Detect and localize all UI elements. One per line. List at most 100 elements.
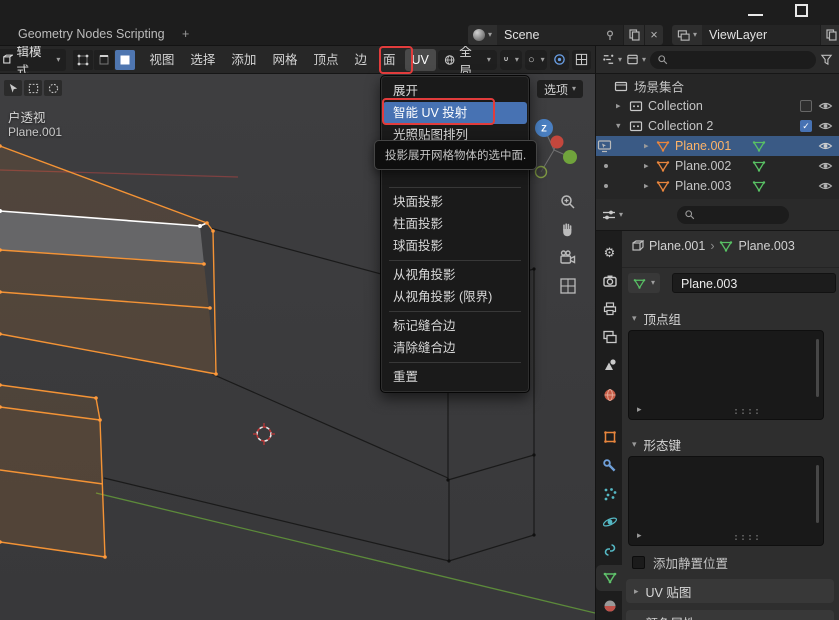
shape-keys-panel-header[interactable]: ▾ 形态键 (632, 435, 681, 454)
expand-arrow-icon[interactable]: ▸ (616, 101, 621, 112)
gizmo-z-label[interactable]: Z (541, 124, 547, 134)
pan-hand-icon[interactable] (558, 220, 578, 240)
snap-magnet-icon[interactable] (500, 53, 512, 66)
vertex-select-button[interactable] (73, 50, 93, 70)
browse-scene-button[interactable]: ▾ (468, 25, 497, 45)
exclude-checkbox-checked[interactable]: ✓ (800, 120, 812, 132)
outliner-row-collection-2[interactable]: ▾ Collection 2 ✓ (596, 116, 839, 136)
filter-icon[interactable] (820, 53, 833, 66)
color-attributes-panel-header[interactable]: ▸ 颜色属性 (626, 610, 834, 620)
edge-select-button[interactable] (94, 50, 114, 70)
gizmo-y-negative-axis[interactable] (536, 167, 547, 178)
tab-constraints[interactable] (596, 537, 623, 563)
menu-mesh[interactable]: 网格 (265, 49, 304, 71)
menu-item-mark-seam[interactable]: 标记缝合边 (381, 315, 529, 337)
breadcrumb-object[interactable]: Plane.001 (649, 239, 705, 253)
eye-icon[interactable] (818, 179, 833, 194)
new-scene-button[interactable] (624, 25, 644, 45)
uv-maps-panel-header[interactable]: ▸ UV 贴图 (626, 579, 834, 603)
vertex-groups-panel-header[interactable]: ▾ 顶点组 (632, 309, 681, 328)
window-maximize-button[interactable] (795, 4, 808, 17)
list-scrollbar[interactable] (816, 465, 819, 523)
list-expand-icon[interactable]: ▸ (637, 530, 642, 541)
outliner-row-scene-collection[interactable]: 场景集合 (596, 76, 839, 96)
workspace-tab-scripting[interactable]: Scripting (106, 22, 175, 46)
breadcrumb-data[interactable]: Plane.003 (738, 239, 794, 253)
pin-icon[interactable] (604, 29, 616, 41)
tab-tool[interactable]: ⚙ (596, 240, 623, 266)
new-viewlayer-button[interactable] (821, 25, 839, 45)
menu-item-reset[interactable]: 重置 (381, 366, 529, 388)
select-circle-button[interactable] (44, 80, 62, 96)
expand-arrow-icon[interactable]: ▸ (644, 161, 649, 172)
gizmo-x-axis[interactable] (551, 136, 564, 149)
scene-name-field[interactable]: Scene (497, 25, 623, 45)
gizmo-y-axis[interactable] (563, 150, 577, 164)
eye-icon[interactable] (818, 119, 833, 134)
chevron-down-icon[interactable]: ▾ (538, 56, 547, 64)
vertex-groups-list[interactable]: ▸ :::: (628, 330, 824, 420)
outliner-row-plane-002[interactable]: ▸ Plane.002 (596, 156, 839, 176)
menu-item-cube-projection[interactable]: 块面投影 (381, 191, 529, 213)
options-dropdown[interactable]: 选项 ▾ (537, 80, 583, 98)
browse-mesh-data-button[interactable]: ▾ (628, 273, 660, 293)
menu-item-unwrap[interactable]: 展开 (381, 80, 529, 102)
tab-object[interactable] (596, 424, 623, 450)
mesh-data-icon[interactable] (752, 179, 766, 193)
menu-item-clear-seam[interactable]: 清除缝合边 (381, 337, 529, 359)
mode-selector[interactable]: 辑模式 ▾ (0, 49, 66, 71)
outliner-row-plane-001[interactable]: ▸ Plane.001 (596, 136, 839, 156)
menu-item-cylinder-projection[interactable]: 柱面投影 (381, 213, 529, 235)
menu-view[interactable]: 视图 (142, 49, 181, 71)
unlink-scene-button[interactable]: × (645, 25, 663, 45)
outliner-search-input[interactable] (650, 51, 816, 69)
browse-viewlayer-button[interactable]: ▾ (672, 25, 702, 45)
properties-search-input[interactable] (677, 206, 789, 224)
tab-particles[interactable] (596, 481, 623, 507)
eye-icon[interactable] (818, 99, 833, 114)
face-select-button[interactable] (115, 50, 135, 70)
outliner-row-collection[interactable]: ▸ Collection (596, 96, 839, 116)
mesh-data-icon[interactable] (752, 159, 766, 173)
tab-output[interactable] (596, 296, 623, 322)
tab-render[interactable] (596, 268, 623, 294)
overlays-toggle-button[interactable] (572, 50, 591, 70)
list-expand-icon[interactable]: ▸ (637, 404, 642, 415)
rest-position-checkbox[interactable] (632, 556, 645, 569)
tab-scene[interactable] (596, 352, 623, 378)
select-tweak-button[interactable] (4, 80, 22, 96)
exclude-checkbox[interactable] (800, 100, 812, 112)
transform-orientation-dropdown[interactable]: 全局 ▾ (438, 50, 497, 70)
tab-world[interactable] (596, 382, 623, 408)
window-minimize-button[interactable] (748, 8, 763, 16)
resize-grip-icon[interactable]: :::: (733, 406, 761, 417)
chevron-down-icon[interactable]: ▾ (512, 56, 522, 64)
menu-item-project-from-view[interactable]: 从视角投影 (381, 264, 529, 286)
menu-add[interactable]: 添加 (224, 49, 263, 71)
properties-editor-type-button[interactable]: ▾ (602, 208, 623, 222)
list-scrollbar[interactable] (816, 339, 819, 397)
menu-item-project-from-view-bounds[interactable]: 从视角投影 (限界) (381, 286, 529, 308)
zoom-icon[interactable] (558, 192, 578, 212)
select-box-button[interactable] (24, 80, 42, 96)
tab-material[interactable] (596, 593, 623, 619)
outliner-row-plane-003[interactable]: ▸ Plane.003 (596, 176, 839, 196)
menu-uv[interactable]: UV (405, 49, 436, 71)
data-name-input[interactable]: Plane.003 (672, 273, 836, 293)
tab-physics[interactable] (596, 509, 623, 535)
proportional-editing-icon[interactable]: ○ (525, 54, 538, 66)
eye-icon[interactable] (818, 139, 833, 154)
tab-object-data[interactable] (596, 565, 623, 591)
collapse-arrow-icon[interactable]: ▾ (616, 121, 621, 132)
viewlayer-name-field[interactable]: ViewLayer (702, 25, 820, 45)
ortho-grid-icon[interactable] (558, 276, 578, 296)
menu-face[interactable]: 面 (376, 49, 403, 71)
tab-view-layer[interactable] (596, 324, 623, 350)
menu-item-smart-uv-project[interactable]: 智能 UV 投射 (383, 102, 527, 124)
mesh-data-icon[interactable] (752, 139, 766, 153)
selected-mesh-small-box[interactable] (0, 383, 107, 559)
menu-select[interactable]: 选择 (183, 49, 222, 71)
selected-mesh-box[interactable] (0, 144, 218, 376)
menu-vertex[interactable]: 顶点 (306, 49, 345, 71)
add-workspace-button[interactable]: + (172, 22, 199, 46)
